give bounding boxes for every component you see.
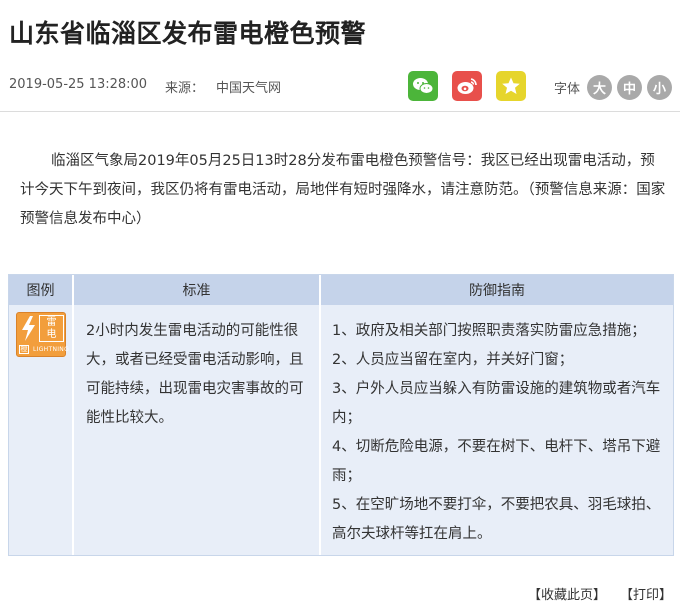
defense-guide-list: 1、政府及相关部门按照职责落实防雷应急措施； 2、人员应当留在室内，并关好门窗；… — [332, 317, 670, 549]
lightning-bolt-icon — [22, 316, 35, 341]
weibo-icon — [457, 78, 477, 94]
article-source: 来源： 中国天气网 — [165, 77, 281, 96]
warning-english: LIGHTNING — [33, 346, 70, 353]
warning-char-2: 电 — [46, 329, 57, 340]
column-divider — [72, 275, 74, 555]
font-size-label: 字体 — [554, 82, 581, 97]
column-divider — [319, 275, 321, 555]
warning-char-1: 雷 — [46, 317, 57, 328]
font-large-button[interactable]: 大 — [587, 75, 612, 100]
bookmark-link[interactable]: 【收藏此页】 — [528, 588, 606, 603]
font-small-button[interactable]: 小 — [647, 75, 672, 100]
page-title: 山东省临淄区发布雷电橙色预警 — [9, 19, 367, 48]
warning-level: 橙 — [19, 345, 29, 354]
article-body: 临淄区气象局2019年05月25日13时28分发布雷电橙色预警信号：我区已经出现… — [20, 153, 666, 227]
share-weibo-button[interactable] — [452, 71, 482, 101]
favorite-button[interactable] — [496, 71, 526, 101]
guide-item: 3、户外人员应当躲入有防雷设施的建筑物或者汽车内； — [332, 381, 661, 426]
header-divider — [0, 111, 680, 112]
share-wechat-button[interactable] — [408, 71, 438, 101]
lightning-orange-warning-icon: 雷 电 橙 LIGHTNING — [16, 312, 70, 357]
publish-date: 2019-05-25 13:28:00 — [9, 77, 148, 92]
guide-item: 4、切断危险电源，不要在树下、电杆下、塔吊下避雨； — [332, 439, 661, 484]
guide-item: 1、政府及相关部门按照职责落实防雷应急措施； — [332, 323, 646, 339]
warning-label-box: 雷 电 — [39, 315, 64, 342]
footer-actions: 【收藏此页】 【打印】 — [528, 584, 672, 603]
source-label: 来源： — [165, 81, 205, 96]
header-guide: 防御指南 — [321, 275, 673, 305]
header-standard: 标准 — [74, 275, 319, 305]
warning-standard: 2小时内发生雷电活动的可能性很大，或者已经受雷电活动影响，且可能持续，出现雷电灾… — [86, 323, 304, 426]
header-icon: 图例 — [9, 275, 72, 305]
warning-guide-table: 图例 标准 防御指南 雷 电 橙 LIGHTNING 2小时内发生雷电活动的可能… — [8, 274, 674, 556]
font-medium-button[interactable]: 中 — [617, 75, 642, 100]
source-name: 中国天气网 — [216, 81, 282, 96]
print-link[interactable]: 【打印】 — [620, 588, 672, 603]
guide-item: 2、人员应当留在室内，并关好门窗； — [332, 352, 574, 368]
guide-item: 5、在空旷场地不要打伞，不要把农具、羽毛球拍、高尔夫球杆等扛在肩上。 — [332, 497, 661, 542]
wechat-icon — [413, 78, 434, 94]
article-meta-bar: 2019-05-25 13:28:00 来源： 中国天气网 字体 大 中 小 — [0, 66, 680, 108]
star-icon — [502, 77, 520, 94]
